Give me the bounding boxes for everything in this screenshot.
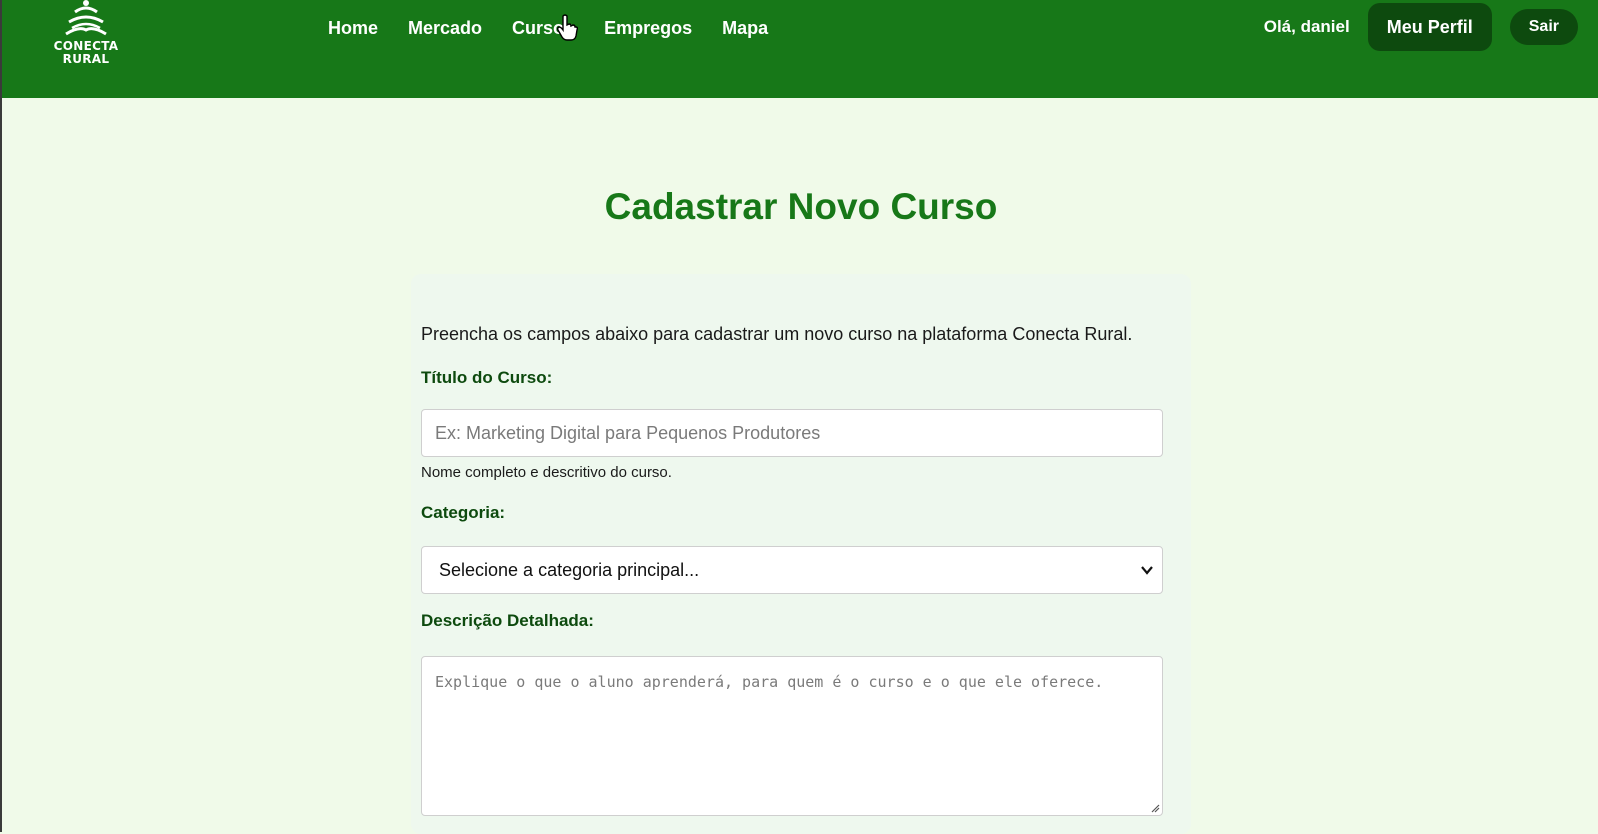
- category-label: Categoria:: [421, 503, 506, 522]
- user-area: Olá, daniel Meu Perfil Sair: [1264, 3, 1578, 51]
- resize-handle-icon[interactable]: [1150, 803, 1160, 813]
- course-title-help: Nome completo e descritivo do curso.: [421, 464, 672, 481]
- description-placeholder: Explique o que o aluno aprenderá, para q…: [435, 673, 1104, 691]
- my-profile-button[interactable]: Meu Perfil: [1367, 3, 1492, 51]
- nav-empregos[interactable]: Empregos: [604, 15, 692, 41]
- page-title: Cadastrar Novo Curso: [604, 186, 998, 227]
- logo-text: CONECTA RURAL: [54, 40, 119, 66]
- main-nav: Home Mercado Cursos Empregos Mapa: [328, 15, 798, 41]
- description-label: Descrição Detalhada:: [421, 611, 594, 630]
- course-title-label: Título do Curso:: [421, 368, 553, 387]
- nav-cursos[interactable]: Cursos: [512, 15, 574, 41]
- window-left-border: [0, 0, 2, 832]
- form-intro-text: Preencha os campos abaixo para cadastrar…: [421, 324, 1133, 344]
- logo-text-line2: RURAL: [62, 52, 110, 66]
- course-title-placeholder: Ex: Marketing Digital para Pequenos Prod…: [435, 423, 821, 443]
- description-textarea[interactable]: Explique o que o aluno aprenderá, para q…: [421, 656, 1163, 816]
- nav-mapa[interactable]: Mapa: [722, 15, 768, 41]
- logout-button[interactable]: Sair: [1509, 9, 1578, 45]
- nav-home[interactable]: Home: [328, 15, 378, 41]
- category-select[interactable]: Selecione a categoria principal...: [421, 546, 1163, 594]
- category-selected-value: Selecione a categoria principal...: [439, 560, 700, 580]
- logo-wifi-field-icon: [65, 0, 107, 36]
- top-navigation-bar: CONECTA RURAL Home Mercado Cursos Empreg…: [2, 0, 1598, 98]
- course-title-input[interactable]: Ex: Marketing Digital para Pequenos Prod…: [421, 409, 1163, 457]
- conecta-rural-logo[interactable]: CONECTA RURAL: [42, 0, 130, 70]
- user-greeting: Olá, daniel: [1263, 17, 1350, 36]
- course-form: Preencha os campos abaixo para cadastrar…: [411, 274, 1191, 834]
- chevron-down-icon: [1141, 566, 1153, 575]
- nav-mercado[interactable]: Mercado: [408, 15, 482, 41]
